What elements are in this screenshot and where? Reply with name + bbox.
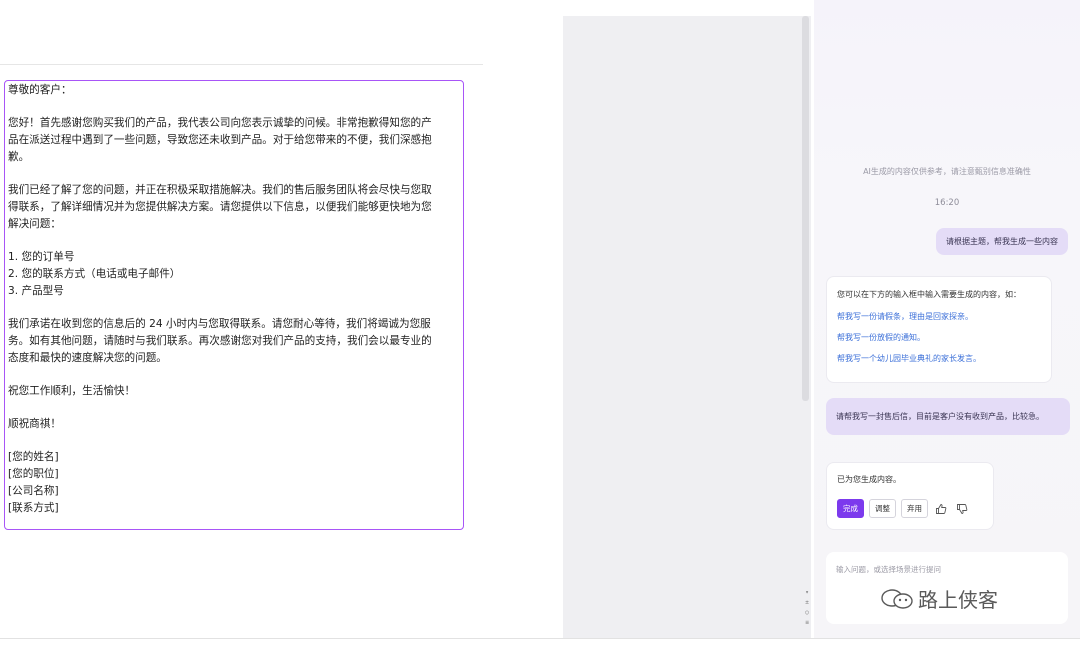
result-actions: 完成 调整 弃用 xyxy=(837,499,983,518)
user-message: 请帮我写一封售后信，目前是客户没有收到产品，比较急。 xyxy=(826,398,1070,435)
document-line[interactable]: 我们已经了解了您的问题，并正在积极采取措施解决。我们的售后服务团队将会尽快与您取 xyxy=(8,182,463,199)
blank-line[interactable] xyxy=(8,433,463,449)
document-line[interactable]: 祝您工作顺利，生活愉快！ xyxy=(8,383,463,400)
ai-assistant-panel: AI生成的内容仅供参考，请注意甄别信息准确性 16:20 请根据主题，帮我生成一… xyxy=(814,0,1080,638)
wechat-icon xyxy=(881,588,913,609)
watermark: 路上侠客 xyxy=(880,584,998,613)
blank-line[interactable] xyxy=(8,400,463,416)
document-line[interactable]: 顺祝商祺！ xyxy=(8,416,463,433)
document-line[interactable]: 得联系，了解详细情况并为您提供解决方案。请您提供以下信息，以便我们能够更快地为您 xyxy=(8,199,463,216)
thumbs-up-icon[interactable] xyxy=(933,501,949,517)
page-gutter xyxy=(563,16,811,638)
done-button[interactable]: 完成 xyxy=(837,499,864,518)
generated-text-selection[interactable]: 尊敬的客户： 您好！首先感谢您购买我们的产品，我代表公司向您表示诚挚的问候。非常抱… xyxy=(4,80,464,530)
menu-icon[interactable]: ≡ xyxy=(803,618,811,628)
document-line[interactable]: 1. 您的订单号 xyxy=(8,249,463,266)
document-line[interactable]: [公司名称] xyxy=(8,483,463,500)
discard-button[interactable]: 弃用 xyxy=(901,499,928,518)
ai-disclaimer: AI生成的内容仅供参考，请注意甄别信息准确性 xyxy=(863,167,1031,176)
zoom-icon[interactable]: ± xyxy=(803,598,811,608)
blank-line[interactable] xyxy=(8,99,463,115)
document-line[interactable]: 3. 产品型号 xyxy=(8,283,463,300)
blank-line[interactable] xyxy=(8,233,463,249)
suggestion-link[interactable]: 帮我写一份放假的通知。 xyxy=(837,332,1041,343)
circle-icon[interactable]: ○ xyxy=(803,608,811,618)
document-line[interactable]: 我们承诺在收到您的信息后的 24 小时内与您取得联系。请您耐心等待，我们将竭诚为… xyxy=(8,316,463,333)
document-line[interactable]: [您的姓名] xyxy=(8,449,463,466)
suggestion-link[interactable]: 帮我写一个幼儿园毕业典礼的家长发言。 xyxy=(837,353,1041,364)
document-line[interactable]: 您好！首先感谢您购买我们的产品，我代表公司向您表示诚挚的问候。非常抱歉得知您的产 xyxy=(8,115,463,132)
adjust-button[interactable]: 调整 xyxy=(869,499,896,518)
ai-message-result: 已为您生成内容。 完成 调整 弃用 xyxy=(826,462,994,530)
document-line[interactable]: 态度和最快的速度解决您的问题。 xyxy=(8,350,463,367)
document-area[interactable]: 尊敬的客户： 您好！首先感谢您购买我们的产品，我代表公司向您表示诚挚的问候。非常抱… xyxy=(0,0,563,651)
document-line[interactable]: 务。如有其他问题，请随时与我们联系。再次感谢您对我们产品的支持，我们会以最专业的 xyxy=(8,333,463,350)
document-line[interactable]: 2. 您的联系方式（电话或电子邮件） xyxy=(8,266,463,283)
mini-navigation[interactable]: ▾ ± ○ ≡ xyxy=(803,588,811,628)
collapse-icon[interactable]: ▾ xyxy=(803,588,811,598)
blank-line[interactable] xyxy=(8,166,463,182)
result-text: 已为您生成内容。 xyxy=(837,475,901,484)
page-top-guide xyxy=(0,64,483,65)
thumbs-down-icon[interactable] xyxy=(954,501,970,517)
message-timestamp: 16:20 xyxy=(934,198,960,208)
document-line[interactable]: 尊敬的客户： xyxy=(8,82,463,99)
document-line[interactable]: 解决问题： xyxy=(8,216,463,233)
document-line[interactable]: [联系方式] xyxy=(8,500,463,517)
blank-line[interactable] xyxy=(8,300,463,316)
status-divider xyxy=(0,638,1080,639)
ai-message-suggestions: 您可以在下方的输入框中输入需要生成的内容，如： 帮我写一份请假条，理由是回家探亲… xyxy=(826,276,1052,383)
watermark-text: 路上侠客 xyxy=(918,588,998,612)
user-message: 请根据主题，帮我生成一些内容 xyxy=(936,228,1068,255)
document-line[interactable]: 歉。 xyxy=(8,149,463,166)
document-line[interactable]: 品在派送过程中遇到了一些问题，导致您还未收到产品。对于给您带来的不便，我们深感抱 xyxy=(8,132,463,149)
document-scrollbar[interactable] xyxy=(802,16,809,401)
suggestion-intro: 您可以在下方的输入框中输入需要生成的内容，如： xyxy=(837,290,1021,299)
document-line[interactable]: [您的职位] xyxy=(8,466,463,483)
suggestion-link[interactable]: 帮我写一份请假条，理由是回家探亲。 xyxy=(837,311,1041,322)
blank-line[interactable] xyxy=(8,367,463,383)
